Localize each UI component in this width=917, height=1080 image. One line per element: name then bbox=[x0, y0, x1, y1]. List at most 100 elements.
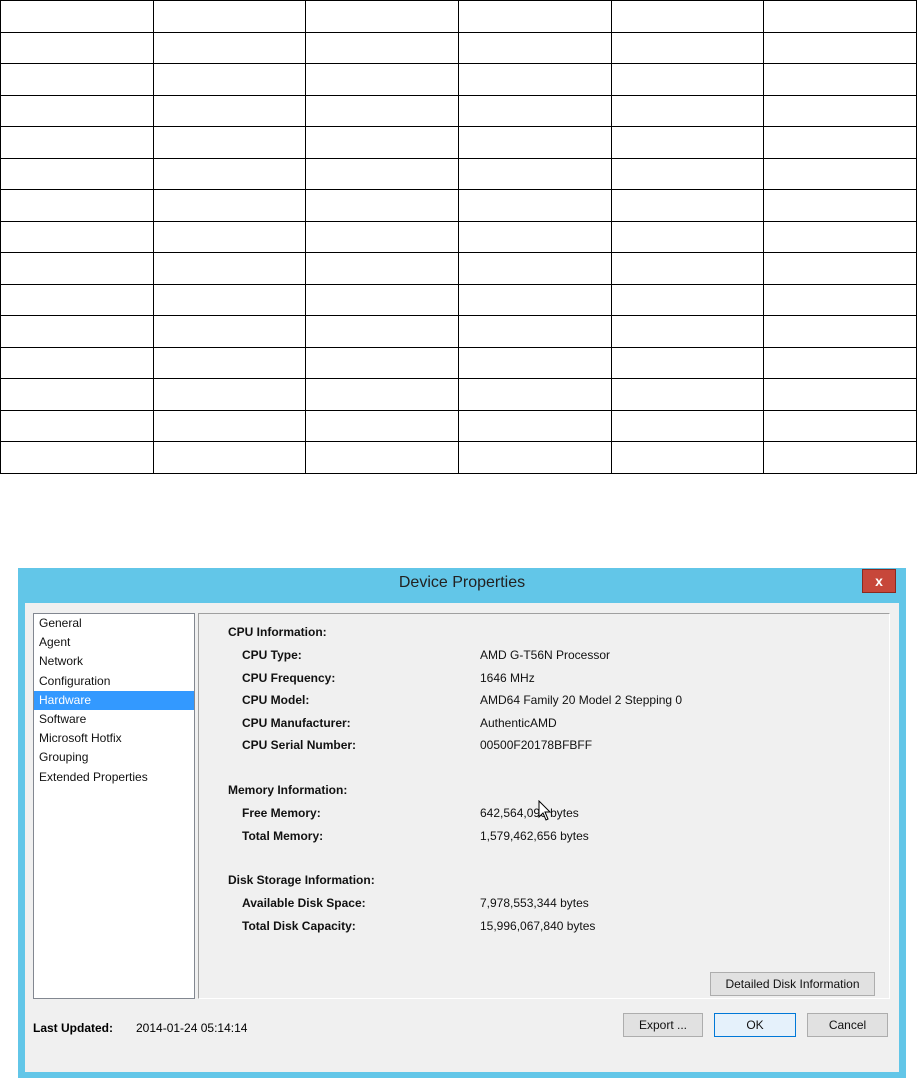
table-cell bbox=[610, 252, 765, 285]
nav-item-hardware[interactable]: Hardware bbox=[34, 690, 194, 710]
cpu-label: CPU Serial Number: bbox=[242, 738, 357, 752]
nav-item-agent[interactable]: Agent bbox=[34, 633, 194, 652]
table-cell bbox=[152, 441, 307, 474]
table-cell bbox=[152, 220, 307, 253]
table-row bbox=[0, 63, 917, 96]
table-cell bbox=[0, 189, 154, 222]
table-cell bbox=[305, 157, 459, 190]
detailed-disk-information-button[interactable]: Detailed Disk Information bbox=[710, 972, 875, 996]
table-cell bbox=[0, 409, 154, 442]
table-cell bbox=[152, 63, 307, 96]
table-cell bbox=[610, 378, 765, 411]
table-cell bbox=[610, 157, 765, 190]
dialog-client: General Agent Network Configuration Hardware… bbox=[25, 603, 899, 1072]
cpu-label: CPU Frequency: bbox=[242, 670, 336, 685]
table-row bbox=[0, 378, 917, 411]
nav-item-grouping[interactable]: Grouping bbox=[34, 748, 194, 767]
table-cell bbox=[305, 409, 459, 442]
table-cell bbox=[457, 126, 612, 159]
table-cell bbox=[763, 409, 917, 442]
disk-value: 15,996,067,840 bytes bbox=[480, 918, 596, 933]
table-cell bbox=[763, 189, 917, 222]
table-cell bbox=[610, 283, 765, 316]
table-cell bbox=[305, 378, 459, 411]
table-cell bbox=[305, 63, 459, 96]
nav-item-microsoft-hotfix[interactable]: Microsoft Hotfix bbox=[34, 729, 194, 748]
table-cell bbox=[610, 315, 765, 348]
table-cell bbox=[0, 283, 154, 316]
nav-item-extended-properties[interactable]: Extended Properties bbox=[34, 768, 194, 787]
table-cell bbox=[763, 31, 917, 64]
memory-label: Free Memory: bbox=[242, 806, 321, 820]
table-cell bbox=[152, 157, 307, 190]
table-cell bbox=[152, 189, 307, 222]
table-cell bbox=[763, 315, 917, 348]
table-cell bbox=[0, 220, 154, 253]
table-cell bbox=[763, 94, 917, 127]
table-cell bbox=[305, 441, 459, 474]
table-cell bbox=[763, 252, 917, 285]
table-cell bbox=[457, 220, 612, 253]
table-row bbox=[0, 220, 917, 253]
table-row bbox=[0, 94, 917, 127]
table-cell bbox=[305, 346, 459, 379]
table-cell bbox=[152, 126, 307, 159]
table-cell bbox=[0, 63, 154, 96]
table-cell bbox=[457, 441, 612, 474]
cpu-value: 1646 MHz bbox=[480, 670, 535, 685]
table-cell bbox=[763, 157, 917, 190]
nav-item-network[interactable]: Network bbox=[34, 652, 194, 671]
table-cell bbox=[610, 63, 765, 96]
disk-value: 7,978,553,344 bytes bbox=[480, 896, 589, 910]
table-cell bbox=[610, 126, 765, 159]
export-button[interactable]: Export ... bbox=[623, 1013, 703, 1037]
table-row bbox=[0, 157, 917, 190]
nav-item-configuration[interactable]: Configuration bbox=[34, 672, 194, 691]
disk-label: Available Disk Space: bbox=[242, 896, 366, 910]
cancel-button[interactable]: Cancel bbox=[807, 1013, 888, 1037]
table-row bbox=[0, 346, 917, 379]
table-row bbox=[0, 252, 917, 285]
memory-value: 1,579,462,656 bytes bbox=[480, 828, 589, 843]
table-cell bbox=[305, 220, 459, 253]
table-cell bbox=[610, 0, 765, 33]
memory-label: Total Memory: bbox=[242, 828, 324, 843]
table-cell bbox=[152, 378, 307, 411]
table-cell bbox=[0, 378, 154, 411]
category-list[interactable]: General Agent Network Configuration Hardware… bbox=[33, 613, 195, 999]
table-cell bbox=[457, 252, 612, 285]
table-cell bbox=[0, 94, 154, 127]
table-cell bbox=[305, 94, 459, 127]
table-row bbox=[0, 315, 917, 348]
cpu-heading: CPU Information: bbox=[228, 625, 327, 639]
table-cell bbox=[610, 346, 765, 379]
table-cell bbox=[152, 31, 307, 64]
table-cell bbox=[152, 0, 307, 33]
table-cell bbox=[457, 378, 612, 411]
table-cell bbox=[763, 283, 917, 316]
table-cell bbox=[152, 94, 307, 127]
table-cell bbox=[305, 252, 459, 285]
table-cell bbox=[0, 441, 154, 474]
table-cell bbox=[152, 346, 307, 379]
cpu-label: CPU Model: bbox=[242, 693, 310, 707]
nav-item-general[interactable]: General bbox=[34, 614, 194, 633]
disk-heading: Disk Storage Information: bbox=[228, 873, 375, 887]
table-cell bbox=[305, 126, 459, 159]
ok-button[interactable]: OK bbox=[714, 1013, 796, 1037]
table-cell bbox=[305, 0, 459, 33]
table-cell bbox=[0, 346, 154, 379]
table-cell bbox=[0, 315, 154, 348]
nav-item-software[interactable]: Software bbox=[34, 710, 194, 729]
table-cell bbox=[763, 126, 917, 159]
table-cell bbox=[305, 315, 459, 348]
memory-heading: Memory Information: bbox=[228, 783, 348, 797]
table-cell bbox=[763, 220, 917, 253]
table-cell bbox=[763, 0, 917, 33]
close-button[interactable]: x bbox=[862, 569, 896, 593]
table-cell bbox=[457, 189, 612, 222]
table-row bbox=[0, 283, 917, 316]
table-cell bbox=[610, 220, 765, 253]
table-cell bbox=[457, 409, 612, 442]
disk-label: Total Disk Capacity: bbox=[242, 918, 356, 933]
